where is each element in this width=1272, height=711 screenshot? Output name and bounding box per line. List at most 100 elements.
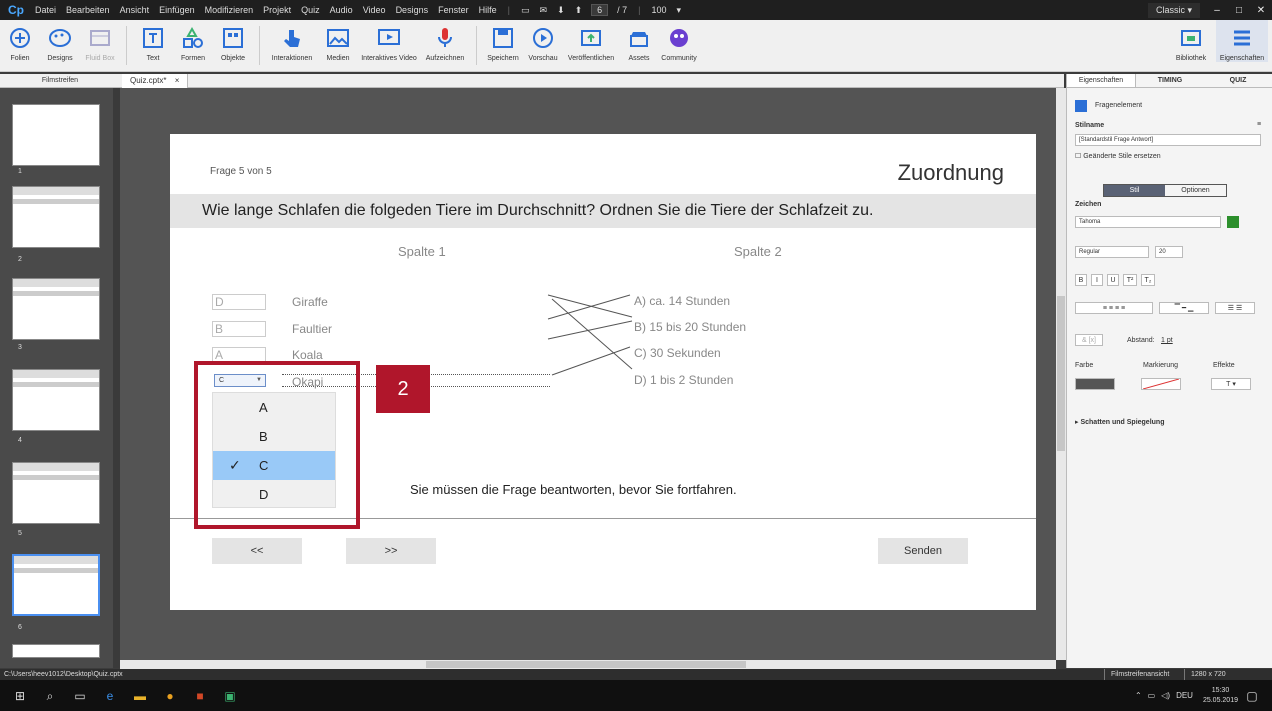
tab-timing[interactable]: TIMING (1136, 74, 1204, 87)
bold-button[interactable]: B (1075, 274, 1087, 286)
slide-title[interactable]: Zuordnung (898, 160, 1004, 186)
highlight-swatch[interactable] (1141, 378, 1181, 390)
arrow-up-icon[interactable]: ⬆ (575, 5, 583, 16)
formen-button[interactable]: Formen (173, 20, 213, 71)
menu-modifizieren[interactable]: Modifizieren (205, 5, 254, 15)
shadow-section-header[interactable]: ▸ Schatten und Spiegelung (1075, 418, 1164, 426)
captivate-taskbar-icon[interactable]: ▣ (220, 686, 240, 706)
menu-projekt[interactable]: Projekt (263, 5, 291, 15)
vorschau-button[interactable]: Vorschau (523, 20, 563, 71)
menu-ansicht[interactable]: Ansicht (120, 5, 150, 15)
minimize-icon[interactable]: – (1206, 1, 1228, 19)
menu-hilfe[interactable]: Hilfe (479, 5, 497, 15)
list-buttons[interactable]: ☰ ☰ (1215, 302, 1255, 314)
font-dropdown[interactable]: Tahoma (1075, 216, 1221, 228)
color-swatch[interactable] (1075, 378, 1115, 390)
slide-thumbnail-7[interactable] (12, 644, 100, 658)
veroeffentlichen-button[interactable]: Veröffentlichen (563, 20, 619, 71)
aufzeichnen-button[interactable]: Aufzeichnen (420, 20, 470, 71)
clock[interactable]: 15:30 25.05.2019 (1203, 686, 1238, 706)
menu-designs[interactable]: Designs (396, 5, 429, 15)
input-language[interactable]: DEU (1176, 691, 1193, 700)
effects-dropdown[interactable]: T ▾ (1211, 378, 1251, 390)
search-icon[interactable]: ⌕ (40, 686, 60, 706)
slide-thumbnail-6[interactable] (12, 554, 100, 616)
slide-thumbnail-3[interactable] (12, 278, 100, 340)
stage-horizontal-scrollbar[interactable] (120, 660, 1056, 669)
close-icon[interactable]: ✕ (1250, 1, 1272, 19)
maximize-icon[interactable]: □ (1228, 1, 1250, 19)
assets-button[interactable]: Assets (619, 20, 659, 71)
underline-button[interactable]: U (1107, 274, 1119, 286)
scroll-thumb[interactable] (1057, 296, 1065, 451)
tab-quiz[interactable]: QUIZ (1204, 74, 1272, 87)
slide-thumbnail-5[interactable] (12, 462, 100, 524)
network-icon[interactable]: ▭ (1148, 691, 1156, 700)
replace-styles-checkbox[interactable]: ☐ Geänderte Stile ersetzen (1075, 152, 1161, 160)
question-text[interactable]: Wie lange Schlafen die folgeden Tiere im… (202, 202, 873, 220)
menu-fenster[interactable]: Fenster (438, 5, 469, 15)
italic-button[interactable]: I (1091, 274, 1103, 286)
designs-button[interactable]: Designs (40, 20, 80, 71)
stage-vertical-scrollbar[interactable] (1056, 88, 1066, 660)
workspace-dropdown[interactable]: Classic ▾ (1147, 2, 1200, 18)
community-button[interactable]: Community (659, 20, 699, 71)
slide-thumbnail-1[interactable] (12, 104, 100, 166)
interaktives-video-button[interactable]: Interaktives Video (358, 20, 420, 71)
monitor-icon[interactable]: ▭ (521, 5, 530, 16)
current-page-field[interactable]: 6 (591, 4, 609, 16)
slide-thumbnail-4[interactable] (12, 369, 100, 431)
slide-thumbnail-2[interactable] (12, 186, 100, 248)
volume-icon[interactable]: ◁) (1161, 691, 1170, 700)
windows-start-icon[interactable]: ⊞ (10, 686, 30, 706)
font-icon[interactable] (1227, 216, 1239, 228)
chrome-icon[interactable]: ● (160, 686, 180, 706)
interaktionen-button[interactable]: Interaktionen (266, 20, 318, 71)
notifications-icon[interactable]: ▢ (1242, 686, 1262, 706)
tray-chevron-icon[interactable]: ⌃ (1135, 691, 1142, 700)
seg-stil[interactable]: Stil (1104, 185, 1165, 196)
medien-button[interactable]: Medien (318, 20, 358, 71)
zoom-dropdown-icon[interactable]: ▾ (677, 5, 682, 16)
eigenschaften-button[interactable]: Eigenschaften (1216, 20, 1268, 62)
menu-audio[interactable]: Audio (330, 5, 353, 15)
explorer-icon[interactable]: ▬ (130, 686, 150, 706)
text-button[interactable]: Text (133, 20, 173, 71)
font-weight-dropdown[interactable]: Regular (1075, 246, 1149, 258)
bibliothek-button[interactable]: Bibliothek (1166, 20, 1216, 62)
menu-quiz[interactable]: Quiz (301, 5, 320, 15)
task-view-icon[interactable]: ▭ (70, 686, 90, 706)
next-button[interactable]: >> (346, 538, 436, 564)
zoom-field[interactable]: 100 (651, 5, 666, 15)
menu-datei[interactable]: Datei (35, 5, 56, 15)
submit-button[interactable]: Senden (878, 538, 968, 564)
answer-field-giraffe[interactable]: D (212, 294, 266, 310)
tab-eigenschaften[interactable]: Eigenschaften (1067, 74, 1136, 87)
speichern-button[interactable]: Speichern (483, 20, 523, 71)
arrow-down-icon[interactable]: ⬇ (557, 5, 565, 16)
objekte-button[interactable]: Objekte (213, 20, 253, 71)
edge-icon[interactable]: e (100, 686, 120, 706)
font-size-field[interactable]: 20 (1155, 246, 1183, 258)
abstand-value[interactable]: 1 pt (1161, 337, 1173, 344)
subscript-button[interactable]: T₂ (1141, 274, 1155, 286)
superscript-button[interactable]: T² (1123, 274, 1137, 286)
tab-quiz-cptx[interactable]: Quiz.cptx* × (122, 74, 189, 88)
fluid-box-button[interactable]: Fluid Box (80, 20, 120, 71)
vertical-alignment-buttons[interactable]: ▔ ━ ▁ (1159, 302, 1209, 314)
answer-field-faultier[interactable]: B (212, 321, 266, 337)
link-buttons[interactable]: & [x] (1075, 334, 1103, 346)
alignment-buttons[interactable]: ≡ ≡ ≡ ≡ (1075, 302, 1153, 314)
menu-einfuegen[interactable]: Einfügen (159, 5, 195, 15)
stilname-dropdown[interactable]: [Standardstil Frage Antwort] (1075, 134, 1261, 146)
filmstrip-scrollbar[interactable] (113, 88, 120, 668)
folien-button[interactable]: Folien (0, 20, 40, 71)
prev-button[interactable]: << (212, 538, 302, 564)
menu-video[interactable]: Video (363, 5, 386, 15)
scroll-thumb[interactable] (426, 661, 746, 668)
menu-icon[interactable]: ≡ (1257, 121, 1261, 128)
seg-optionen[interactable]: Optionen (1165, 185, 1226, 196)
menu-bearbeiten[interactable]: Bearbeiten (66, 5, 110, 15)
mail-icon[interactable]: ✉ (539, 5, 547, 16)
powerpoint-icon[interactable]: ■ (190, 686, 210, 706)
